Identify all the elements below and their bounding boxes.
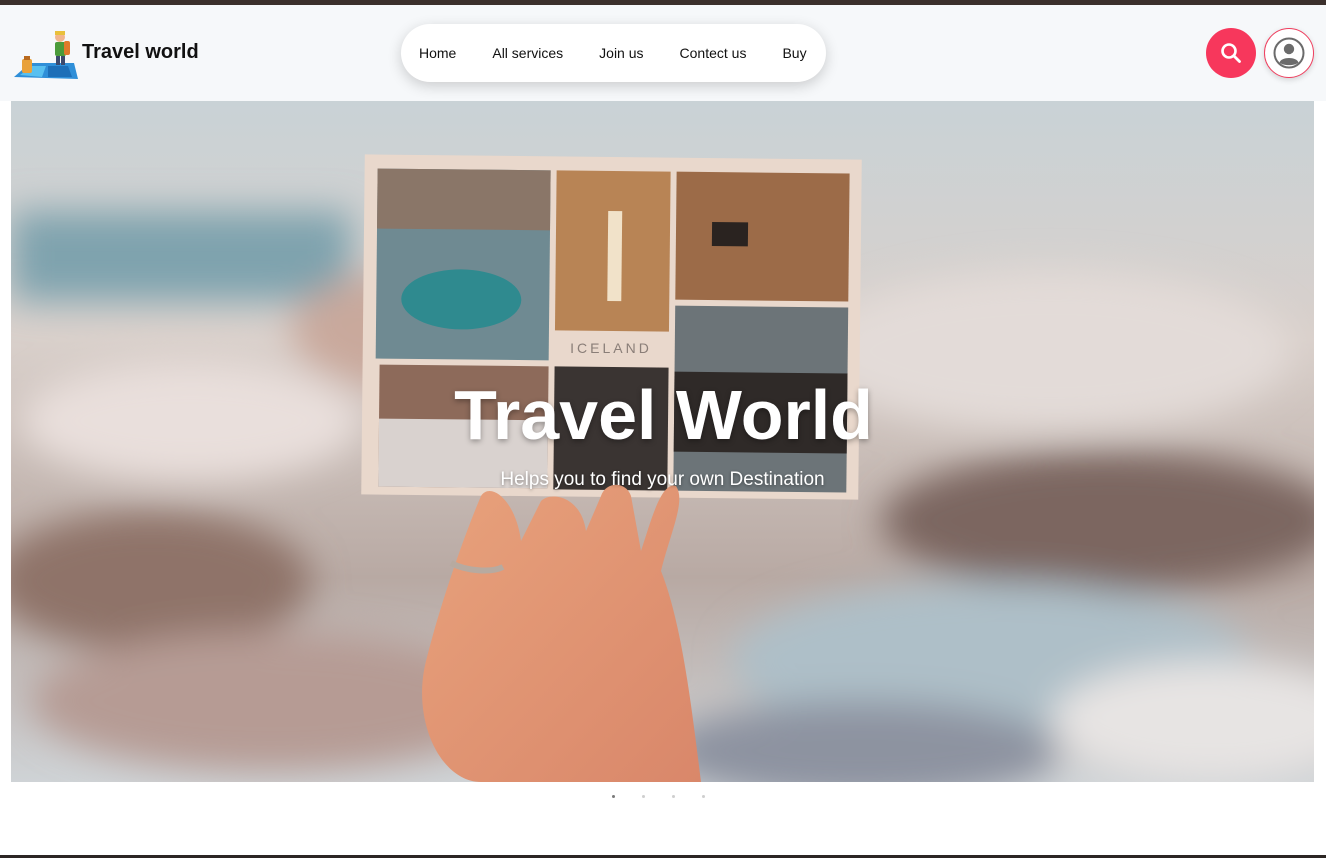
brand-name: Travel world (82, 40, 199, 63)
main-nav: Home All services Join us Contect us Buy (401, 24, 826, 82)
carousel-dot-1[interactable] (612, 795, 615, 798)
brand[interactable]: Travel world (12, 29, 199, 81)
carousel-dot-3[interactable] (672, 795, 675, 798)
nav-item-contact-us[interactable]: Contect us (680, 45, 747, 61)
nav-item-buy[interactable]: Buy (782, 45, 806, 61)
search-icon (1221, 43, 1241, 63)
hero-title: Travel World (454, 376, 873, 454)
search-button[interactable] (1206, 28, 1256, 78)
site-header: Travel world Home All services Join us C… (0, 5, 1326, 101)
nav-item-home[interactable]: Home (419, 45, 456, 61)
traveler-on-map-icon (14, 31, 78, 79)
carousel-indicators (612, 795, 732, 798)
profile-button[interactable] (1264, 28, 1314, 78)
hero-banner: ICELAND Travel World Helps you to find y… (11, 101, 1314, 782)
carousel-dot-2[interactable] (642, 795, 645, 798)
nav-item-join-us[interactable]: Join us (599, 45, 643, 61)
postcard-caption: ICELAND (570, 340, 652, 356)
nav-item-all-services[interactable]: All services (492, 45, 563, 61)
carousel-dot-4[interactable] (702, 795, 705, 798)
hero-subtitle: Helps you to find your own Destination (500, 469, 825, 490)
user-profile-icon (1273, 37, 1305, 69)
